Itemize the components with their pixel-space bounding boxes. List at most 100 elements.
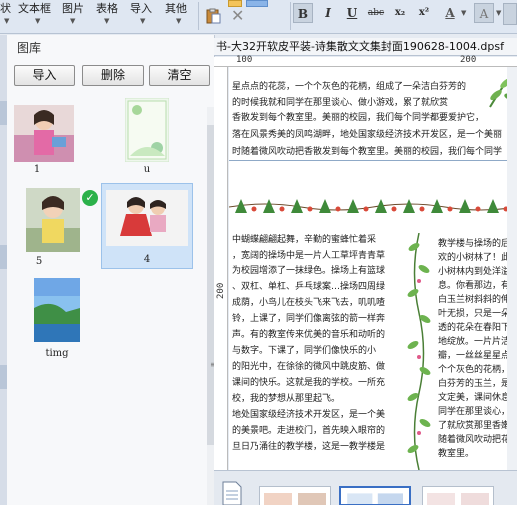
text-line: 小树林内到处洋溢 [438, 267, 511, 277]
toolbar-separator [198, 2, 199, 30]
text-line: 了就欣赏那里香嫩 [438, 421, 511, 431]
gallery-image-item[interactable]: ✓ 5 [10, 183, 98, 267]
gallery-image-item[interactable]: u [99, 97, 199, 179]
fill-swatch-icon[interactable] [246, 0, 268, 7]
strikethrough-button[interactable]: abc [366, 3, 386, 23]
text-line: 课间的快乐。这就是我的学校。一所充 [232, 378, 386, 388]
text-line: 中蝴蝶翩翩起舞，辛勤的蜜蜂忙着采 [232, 235, 377, 245]
image-caption: 1 [33, 164, 41, 175]
text-line: 透的花朵在春阳下 [438, 323, 511, 333]
document-icon[interactable] [222, 481, 242, 505]
gallery-image-item-selected[interactable]: 4 [101, 183, 193, 269]
text-line: 成荫，小鸟儿在枝头飞来飞去，叽叽喳 [232, 298, 386, 308]
menu-item-image[interactable]: 图片 [62, 0, 84, 16]
text-line: 地处国家级经济技术开发区，是一个美 [232, 410, 386, 420]
superscript-button[interactable]: x² [414, 3, 434, 23]
text-line: 香散发到每个教室里。美丽的校园，我们每个同学都要爱护它， [232, 113, 485, 123]
document-scrollbar[interactable] [507, 67, 517, 470]
photo-two-children-seated-icon [106, 190, 188, 246]
ruler-label: 200 [216, 282, 226, 299]
gallery-image-item[interactable]: 1 [10, 97, 96, 179]
page-thumbnail-selected[interactable] [339, 486, 411, 505]
chevron-down-icon[interactable]: ▼ [176, 17, 181, 25]
text-line: 与数字。下课了，同学们像快乐的小 [232, 346, 377, 356]
text-line: 地绽放。一片片洁 [438, 337, 511, 347]
document-page[interactable]: 星点点的花蕊，一个个灰色的花柄，组成了一朵洁白芬芳的 的时候我就和同学在那里谈心… [229, 67, 517, 470]
image-caption: 4 [143, 254, 151, 265]
text-line: 校，我的梦想从那里起飞。 [232, 394, 341, 404]
menu-item-other[interactable]: 其他 [165, 0, 187, 16]
text-line: 、双杠、单杠、乒乓球案…操场四周绿 [232, 282, 386, 292]
divider [229, 160, 517, 161]
chevron-down-icon[interactable]: ▼ [496, 9, 501, 17]
dock-tab[interactable] [0, 365, 7, 389]
italic-button[interactable]: I [318, 3, 338, 23]
chevron-down-icon[interactable]: ▼ [140, 17, 145, 25]
top-toolbar: 状 文本框 图片 表格 导入 其他 ▼ ▼ ▼ ▼ ▼ ▼ ✕ B I U ab… [0, 0, 517, 34]
text-line: 个个灰色的花柄， [438, 365, 511, 375]
clear-format-icon[interactable]: ✕ [231, 8, 244, 24]
subscript-button[interactable]: x₂ [390, 3, 410, 23]
vine-decoration-icon [407, 233, 431, 470]
image-caption: u [143, 164, 151, 175]
ruler-label: 200 [460, 55, 477, 65]
page-thumbnail-strip [214, 470, 517, 505]
text-line: 欢的小树林了！此 [438, 253, 511, 263]
gallery-image-item[interactable]: timg [10, 275, 96, 361]
image-caption: 5 [35, 256, 43, 267]
text-line: 教室里。 [438, 449, 475, 459]
text-line: 的美景吧。走进校门，首先映入眼帘的 [232, 426, 386, 436]
page-thumbnail[interactable] [422, 486, 494, 505]
vertical-ruler: 200 [214, 67, 228, 470]
highlight-color-button[interactable]: A [474, 3, 494, 23]
image-caption: timg [45, 348, 69, 359]
photo-seascape-icon [34, 278, 80, 342]
page-preview-icon [427, 493, 489, 505]
side-dock-strip [0, 35, 7, 505]
text-line: 星点点的花蕊，一个个灰色的花柄，组成了一朵洁白芬芳的 [232, 82, 467, 92]
text-line: 旦日乃涌往的教学楼，这是一教学楼是 [232, 442, 386, 452]
chevron-down-icon[interactable]: ▼ [104, 17, 109, 25]
menu-item-textbox[interactable]: 文本框 [18, 0, 51, 16]
page-thumbnail[interactable] [259, 486, 331, 505]
text-line: 铃，上课了，同学们像离弦的箭一样奔 [232, 314, 386, 324]
document-tab[interactable]: 书-大32开软皮平装-诗集散文文集封面190628-1004.dpsf [214, 38, 517, 56]
text-line: 的阳光中，在徐徐的微风中跳皮筋、做 [232, 362, 386, 372]
chevron-down-icon[interactable]: ▼ [461, 9, 466, 17]
underline-button[interactable]: U [342, 3, 362, 23]
horizontal-ruler: 100 200 [214, 55, 517, 67]
dock-tab[interactable] [0, 101, 7, 125]
checkmark-icon: ✓ [82, 190, 98, 206]
toolbar-separator [290, 2, 291, 30]
text-line: 时随着微风吹动把香散发到每个教室里。美丽的校园，我们每个同学 [232, 147, 503, 157]
chevron-down-icon[interactable]: ▼ [4, 17, 9, 25]
text-line: 同学在那里谈心， [438, 407, 511, 417]
text-line: 教学楼与操场的后 [438, 239, 511, 249]
text-line: 叶无损，只是一朵 [438, 309, 511, 319]
chevron-down-icon[interactable]: ▼ [35, 17, 40, 25]
text-line: 白玉兰树斜斜的伸 [438, 295, 511, 305]
font-color-button[interactable]: A [440, 3, 460, 23]
toolbar-overflow-button[interactable] [503, 3, 517, 25]
menu-item-import[interactable]: 导入 [130, 0, 152, 16]
text-line: 声。有的教室传来优美的音乐和动听的 [232, 330, 386, 340]
photo-green-stationery-icon [125, 98, 169, 162]
import-button[interactable]: 导入 [14, 65, 75, 86]
chevron-down-icon[interactable]: ▼ [70, 17, 75, 25]
photo-girl-pink-dress-icon [14, 105, 74, 162]
gallery-title: 图库 [17, 41, 42, 55]
menu-item-status[interactable]: 状 [0, 0, 11, 16]
paste-icon[interactable] [205, 8, 221, 24]
text-line: 白芬芳的玉兰，是 [438, 379, 511, 389]
text-line: 文定美，课间休息 [438, 393, 511, 403]
delete-button[interactable]: 删除 [82, 65, 144, 86]
text-line: 随着微风吹动把花 [438, 435, 511, 445]
bold-button[interactable]: B [293, 3, 313, 23]
text-line: 的时候我就和同学在那里谈心、做小游戏，累了就欣赏 [232, 98, 449, 108]
text-line: 息。你看那边，有 [438, 281, 511, 291]
clear-button[interactable]: 清空 [149, 65, 210, 86]
text-line: ，宽阔的操场中是一片人工草坪青青草 [232, 251, 386, 261]
page-preview-icon [264, 493, 326, 505]
app-window: 状 文本框 图片 表格 导入 其他 ▼ ▼ ▼ ▼ ▼ ▼ ✕ B I U ab… [0, 0, 517, 505]
menu-item-table[interactable]: 表格 [96, 0, 118, 16]
